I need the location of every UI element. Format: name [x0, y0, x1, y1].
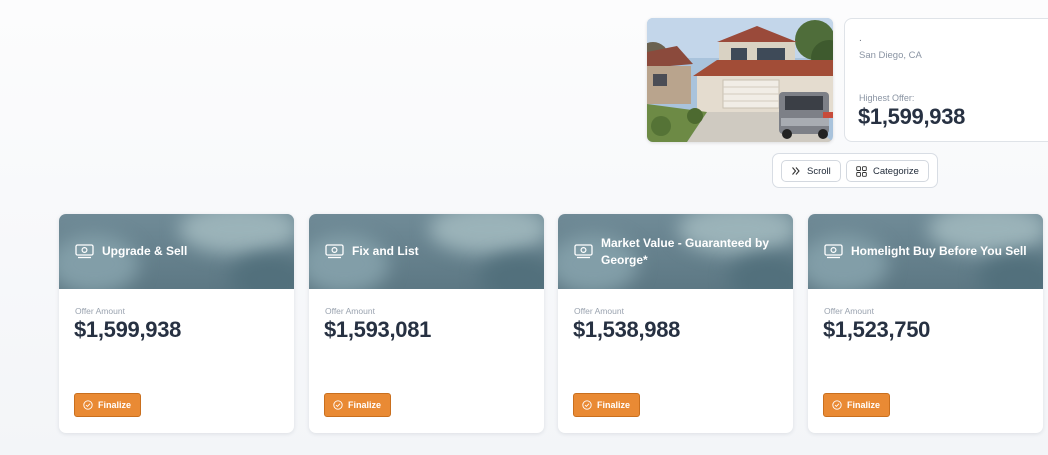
offer-title: Upgrade & Sell: [102, 244, 188, 258]
finalize-button[interactable]: Finalize: [324, 393, 392, 417]
offer-card-fix-list: Fix and List Offer Amount $1,593,081 Fin…: [309, 214, 544, 433]
property-info-card: . San Diego, CA Highest Offer: $1,599,93…: [844, 18, 1048, 142]
offer-title: Market Value - Guaranteed by George*: [601, 235, 770, 267]
double-chevron-right-icon: [792, 167, 800, 175]
offer-card-header: Market Value - Guaranteed by George*: [558, 214, 793, 289]
property-city: San Diego, CA: [859, 50, 922, 61]
categorize-label: Categorize: [873, 165, 919, 177]
money-icon: [75, 244, 94, 259]
offer-card-market-value: Market Value - Guaranteed by George* Off…: [558, 214, 793, 433]
offer-amount: $1,593,081: [324, 317, 432, 342]
check-circle-icon: [582, 400, 592, 410]
finalize-label: Finalize: [348, 400, 382, 410]
offer-amount-label: Offer Amount: [75, 306, 125, 316]
finalize-label: Finalize: [597, 400, 631, 410]
offer-card-header: Upgrade & Sell: [59, 214, 294, 289]
check-circle-icon: [832, 400, 842, 410]
finalize-label: Finalize: [98, 400, 132, 410]
highest-offer-label: Highest Offer:: [859, 93, 915, 103]
offer-card-homelight: Homelight Buy Before You Sell Offer Amou…: [808, 214, 1043, 433]
check-circle-icon: [83, 400, 93, 410]
scroll-button[interactable]: Scroll: [781, 160, 841, 182]
offer-amount-label: Offer Amount: [824, 306, 874, 316]
scroll-label: Scroll: [807, 165, 831, 177]
offer-card-header: Fix and List: [309, 214, 544, 289]
finalize-button[interactable]: Finalize: [823, 393, 891, 417]
property-street: .: [859, 33, 862, 44]
offer-title: Homelight Buy Before You Sell: [851, 244, 1027, 258]
finalize-button[interactable]: Finalize: [74, 393, 142, 417]
offer-amount-label: Offer Amount: [574, 306, 624, 316]
highest-offer-value: $1,599,938: [858, 104, 966, 129]
offer-amount: $1,538,988: [573, 317, 681, 342]
finalize-label: Finalize: [847, 400, 881, 410]
categorize-button[interactable]: Categorize: [846, 160, 929, 182]
offer-amount: $1,599,938: [74, 317, 182, 342]
grid-icon: [856, 165, 867, 177]
money-icon: [574, 244, 593, 259]
offer-title: Fix and List: [352, 244, 419, 258]
check-circle-icon: [333, 400, 343, 410]
offer-amount: $1,523,750: [823, 317, 931, 342]
property-photo: [647, 18, 833, 142]
offer-amount-label: Offer Amount: [325, 306, 375, 316]
offer-card-upgrade-sell: Upgrade & Sell Offer Amount $1,599,938 F…: [59, 214, 294, 433]
money-icon: [325, 244, 344, 259]
money-icon: [824, 244, 843, 259]
view-toolbar: Scroll Categorize: [772, 153, 938, 188]
offer-card-header: Homelight Buy Before You Sell: [808, 214, 1043, 289]
finalize-button[interactable]: Finalize: [573, 393, 641, 417]
